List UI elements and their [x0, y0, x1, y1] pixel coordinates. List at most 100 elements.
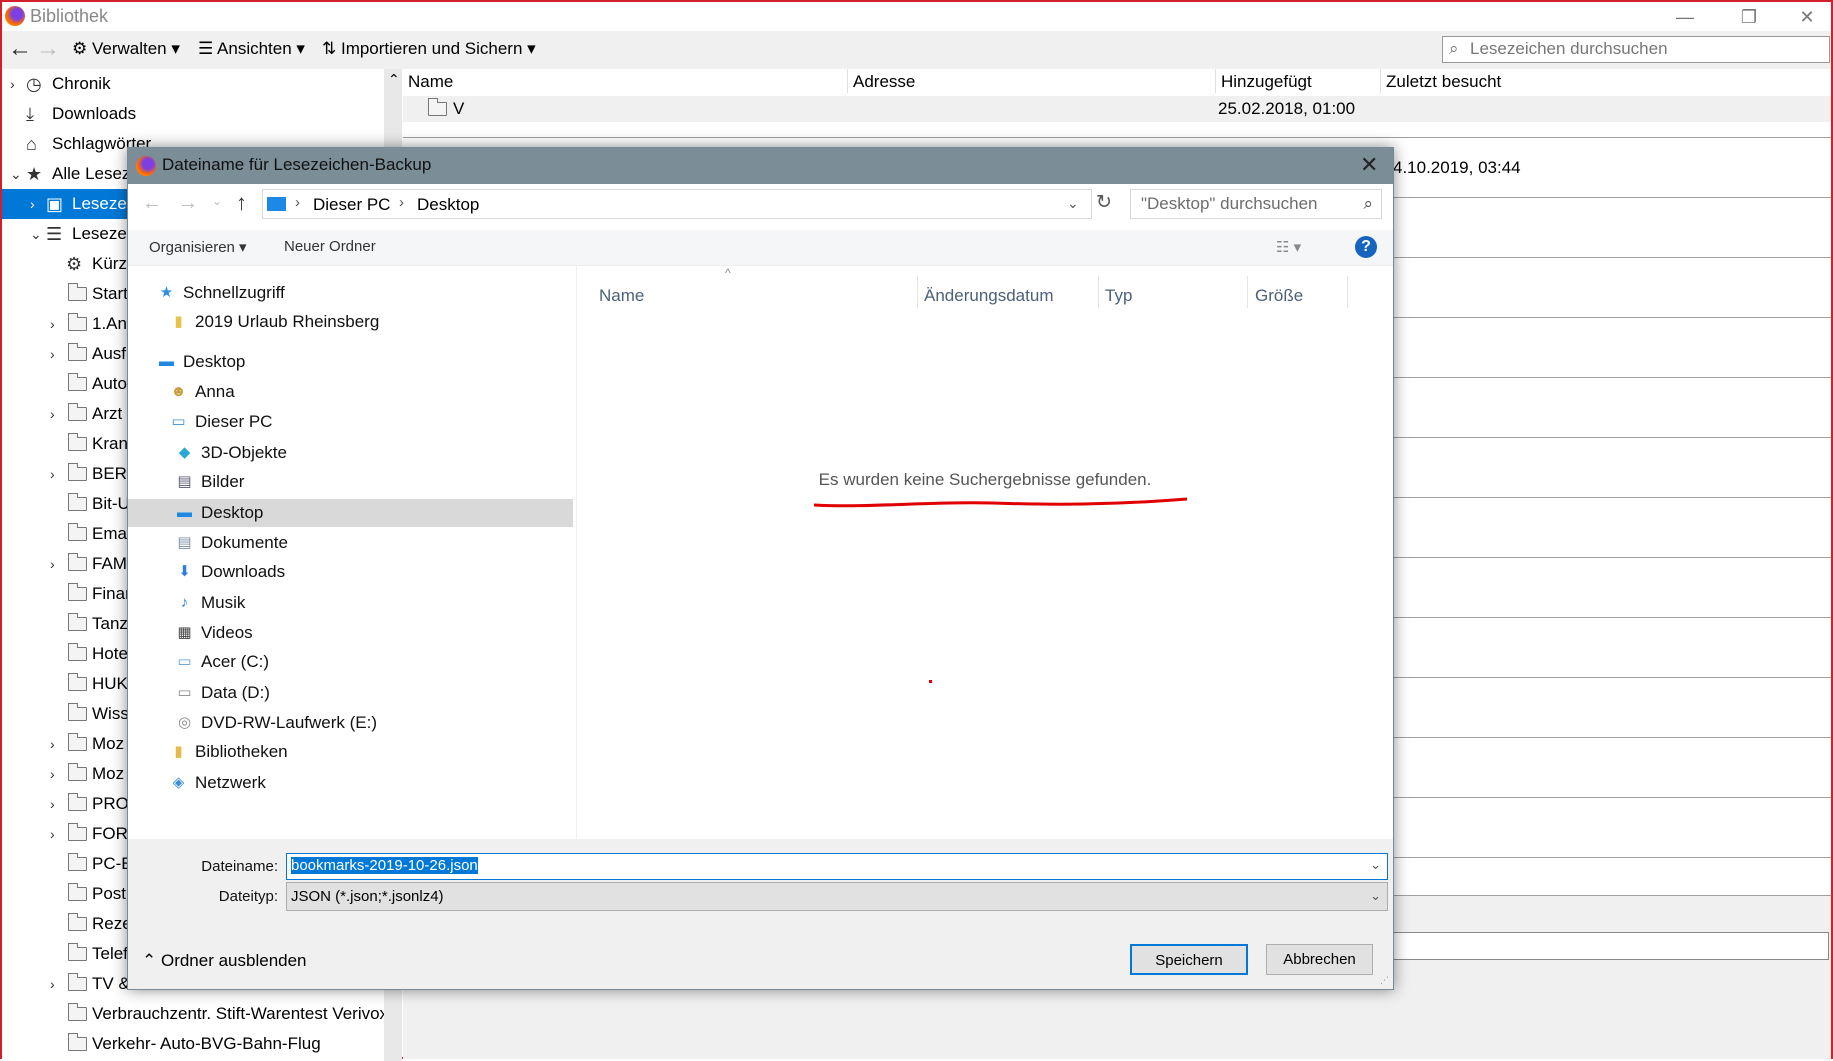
nav-item[interactable]: ☻ Anna [128, 378, 573, 406]
details-input[interactable] [1393, 932, 1829, 960]
chevron-right-icon[interactable]: › [50, 339, 55, 369]
manage-menu[interactable]: ⚙ Verwalten ▾ [72, 39, 180, 59]
chevron-right-icon[interactable]: › [50, 969, 55, 999]
column-address[interactable]: Adresse [853, 72, 915, 92]
column-name[interactable]: Name [599, 286, 644, 306]
forward-button[interactable]: → [36, 35, 60, 63]
nav-item-icon: ▭ [177, 653, 192, 670]
refresh-icon[interactable]: ↻ [1096, 191, 1112, 214]
folder-search-input[interactable]: "Desktop" durchsuchen ⌕ [1130, 189, 1382, 219]
save-dialog: Dateiname für Lesezeichen-Backup ✕ ← → ⌄… [127, 147, 1394, 990]
chevron-right-icon[interactable]: › [50, 819, 55, 849]
folder-icon [67, 973, 87, 991]
nav-item[interactable]: ★ Schnellzugriff [128, 279, 573, 307]
help-icon[interactable]: ? [1355, 236, 1377, 258]
chevron-down-icon[interactable]: ⌄ [30, 219, 42, 249]
column-name[interactable]: Name [408, 72, 453, 92]
up-icon[interactable]: ↑ [236, 190, 247, 216]
nav-item[interactable]: ▤ Bilder [128, 468, 573, 496]
chevron-right-icon[interactable]: › [10, 69, 15, 99]
chevron-right-icon[interactable]: › [50, 459, 55, 489]
star-icon: ★ [26, 164, 43, 184]
chevron-right-icon[interactable]: › [30, 189, 35, 219]
filetype-select[interactable]: JSON (*.json;*.jsonlz4) ⌄ [286, 882, 1388, 911]
list-row[interactable]: V 25.02.2018, 01:00 [403, 96, 1831, 122]
nav-item[interactable]: ⬇ Downloads [128, 558, 573, 586]
view-options-icon[interactable]: ☷ ▾ [1276, 238, 1301, 256]
breadcrumb-item[interactable]: Dieser PC [313, 195, 390, 215]
search-icon: ⌕ [1363, 194, 1373, 213]
nav-item[interactable]: ▭ Acer (C:) [128, 648, 573, 676]
chevron-right-icon[interactable]: › [50, 729, 55, 759]
tree-item-label: Verbrauchzentr. Stift-Warentest Verivox [92, 1004, 384, 1023]
column-divider [1380, 69, 1381, 93]
forward-icon[interactable]: → [178, 192, 198, 215]
folder-icon [67, 763, 87, 781]
restore-button[interactable]: ❐ [1726, 4, 1772, 30]
sort-ascending-icon: ^ [725, 266, 731, 280]
filename-input[interactable]: bookmarks-2019-10-26.json ⌄ [286, 853, 1388, 880]
navigation-pane: ★ Schnellzugriff ▮ 2019 Urlaub Rheinsberg ▬ D… [128, 266, 577, 839]
address-dropdown-icon[interactable]: ⌄ [1067, 195, 1079, 212]
column-added[interactable]: Hinzugefügt [1221, 72, 1312, 92]
chevron-up-icon: ⌃ [142, 951, 161, 970]
chevron-right-icon[interactable]: › [50, 759, 55, 789]
nav-item[interactable]: ◈ Netzwerk [128, 769, 573, 797]
nav-item[interactable]: ▤ Dokumente [128, 529, 573, 557]
tree-item[interactable]: ⤓ Downloads [2, 99, 384, 129]
save-button[interactable]: Speichern [1130, 944, 1248, 975]
column-modified[interactable]: Änderungsdatum [924, 286, 1053, 306]
tree-item[interactable]: › ◷ Chronik [2, 69, 384, 99]
nav-item[interactable]: ▭ Data (D:) [128, 679, 573, 707]
nav-item[interactable]: ▬ Desktop [128, 348, 573, 376]
tree-item-label: 1.An [92, 314, 127, 333]
row-name: V [453, 99, 465, 118]
column-type[interactable]: Typ [1105, 286, 1132, 306]
nav-item-label: 2019 Urlaub Rheinsberg [195, 312, 380, 331]
recent-dropdown-icon[interactable]: ⌄ [212, 194, 222, 208]
chevron-right-icon[interactable]: › [50, 309, 55, 339]
organize-menu[interactable]: Organisieren ▾ [149, 238, 247, 256]
tree-item[interactable]: Verbrauchzentr. Stift-Warentest Verivox [2, 999, 384, 1029]
back-icon[interactable]: ← [142, 192, 162, 215]
nav-item-icon: ⬇ [178, 563, 191, 580]
hide-folders-toggle[interactable]: ⌃ Ordner ausblenden [142, 951, 307, 971]
chevron-right-icon[interactable]: › [50, 399, 55, 429]
resize-grip-icon[interactable]: ⋰ [1380, 975, 1389, 986]
nav-item[interactable]: ▦ Videos [128, 619, 573, 647]
chevron-down-icon[interactable]: ⌄ [10, 159, 22, 189]
minimize-button[interactable]: — [1662, 4, 1708, 30]
chevron-right-icon[interactable]: › [50, 549, 55, 579]
title-bar: Bibliothek — ❐ ✕ [2, 2, 1831, 31]
firefox-logo-icon [5, 6, 25, 26]
nav-item-label: Bibliotheken [195, 742, 288, 761]
tree-item[interactable]: Verkehr- Auto-BVG-Bahn-Flug [2, 1029, 384, 1059]
nav-item[interactable]: ▮ Bibliotheken [128, 738, 573, 766]
filename-dropdown-icon[interactable]: ⌄ [1370, 857, 1381, 873]
cancel-button[interactable]: Abbrechen [1266, 944, 1373, 975]
nav-item[interactable]: ▬ Desktop [128, 499, 573, 527]
views-menu[interactable]: ☰ Ansichten ▾ [198, 39, 305, 59]
new-folder-button[interactable]: Neuer Ordner [284, 238, 376, 255]
back-button[interactable]: ← [8, 35, 32, 63]
nav-item[interactable]: ▭ Dieser PC [128, 408, 573, 436]
tree-item-label: PRO [92, 794, 129, 813]
chevron-right-icon[interactable]: › [50, 789, 55, 819]
bookmark-search-input[interactable]: ⌕ Lesezeichen durchsuchen [1442, 36, 1830, 63]
nav-item[interactable]: ◆ 3D-Objekte [128, 439, 573, 467]
folder-icon [67, 793, 87, 811]
nav-item-label: Bilder [201, 472, 245, 491]
nav-item[interactable]: ◎ DVD-RW-Laufwerk (E:) [128, 709, 573, 737]
file-bar: Dateiname: bookmarks-2019-10-26.json ⌄ Da… [128, 839, 1393, 989]
breadcrumb-item[interactable]: Desktop [417, 195, 479, 215]
close-button[interactable]: ✕ [1784, 4, 1830, 30]
nav-item-label: Downloads [201, 562, 286, 581]
dialog-close-icon[interactable]: ✕ [1360, 152, 1378, 178]
address-bar[interactable]: › Dieser PC › Desktop ⌄ [262, 189, 1092, 219]
nav-item[interactable]: ♪ Musik [128, 589, 573, 617]
tree-item-label: Finar [92, 584, 131, 603]
column-size[interactable]: Größe [1255, 286, 1303, 306]
nav-item[interactable]: ▮ 2019 Urlaub Rheinsberg [128, 308, 573, 336]
column-last-visited[interactable]: Zuletzt besucht [1386, 72, 1501, 92]
import-backup-menu[interactable]: ⇅ Importieren und Sichern ▾ [322, 39, 536, 59]
